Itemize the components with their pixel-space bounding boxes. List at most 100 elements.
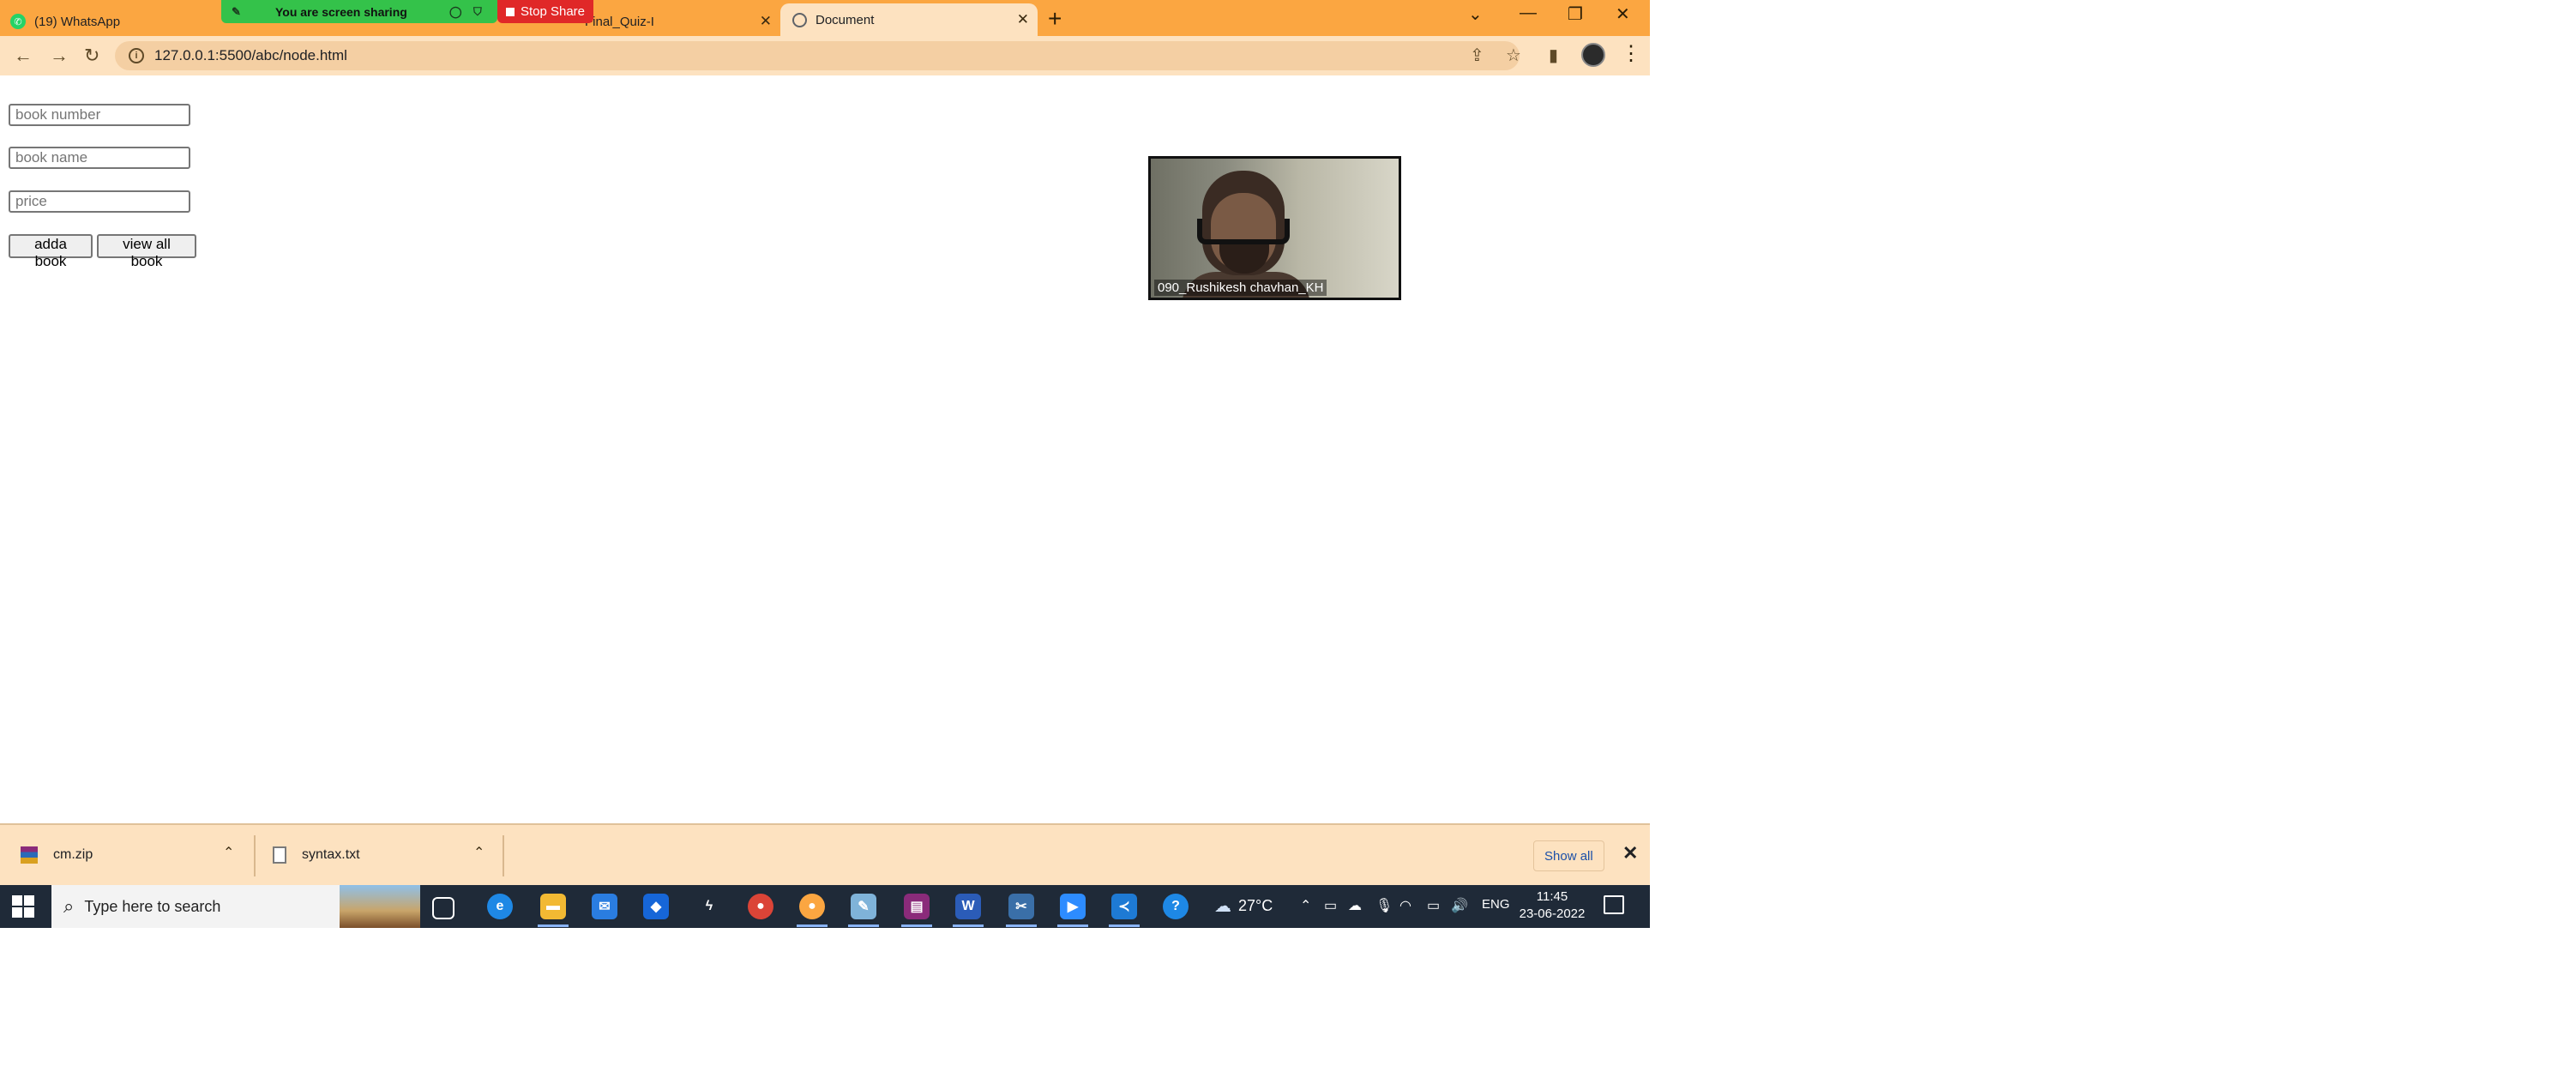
zoom-icon[interactable]: ▶ [1060,894,1086,919]
stop-share-button[interactable]: Stop Share [497,0,593,23]
tab-document[interactable]: Document ✕ [780,3,1038,36]
close-window-icon[interactable]: ✕ [1616,3,1630,25]
active-indicator [1006,924,1037,927]
participant-name: 090_Rushikesh chavhan_KH [1154,280,1327,296]
word-icon[interactable]: W [955,894,981,919]
minimize-icon[interactable]: — [1520,3,1537,23]
headset-icon [1197,219,1290,244]
clock-time: 11:45 [1536,889,1568,904]
clock-date: 23-06-2022 [1519,906,1586,921]
address-bar[interactable]: i 127.0.0.1:5500/abc/node.html [115,41,1520,70]
tab-label: Final_Quiz-I [585,14,654,29]
battery-icon[interactable]: ▭ [1427,897,1440,914]
notepad-icon[interactable]: ✎ [851,894,876,919]
close-icon[interactable]: ✕ [760,13,772,30]
active-indicator [538,924,569,927]
globe-icon [792,12,807,27]
help-icon[interactable]: ? [1163,894,1189,919]
view-all-books-button[interactable]: view all book [97,234,196,269]
tab-label: (19) WhatsApp [34,14,121,29]
windows-start-icon[interactable] [12,895,34,918]
chevron-up-icon[interactable]: ⌃ [1300,897,1311,914]
share-icon[interactable]: ⇪ [1470,45,1484,66]
cloud-icon: ☁ [1214,897,1231,916]
dropbox-icon[interactable]: ◆ [643,894,669,919]
bookmark-star-icon[interactable]: ☆ [1506,45,1521,66]
active-indicator [797,924,828,927]
tab-label: Document [816,12,875,27]
taskbar-search[interactable]: ⌕ Type here to search [51,885,420,928]
divider [503,835,504,876]
vscode-icon[interactable]: ≺ [1111,894,1137,919]
stop-icon [505,7,515,16]
task-view-icon[interactable] [432,897,454,919]
download-item[interactable]: syntax.txt [273,825,504,885]
screen-sharing-text: You are screen sharing [275,4,407,19]
more-menu-icon[interactable]: ⋮ [1621,41,1641,66]
active-indicator [953,924,984,927]
book-name-input[interactable] [9,147,190,169]
active-indicator [901,924,932,927]
screen: ✆ (19) WhatsApp Final_Quiz-I ✕ Document … [0,0,1650,928]
back-icon[interactable]: ← [14,45,33,67]
mail-icon[interactable]: ✉ [592,894,617,919]
active-indicator [848,924,879,927]
zip-icon [21,846,38,864]
pause-icon[interactable]: ◯ [449,5,462,19]
file-explorer-icon[interactable]: ▬ [540,894,566,919]
divider [254,835,256,876]
download-filename: cm.zip [53,847,93,862]
search-icon: ⌕ [63,895,75,917]
edge-icon[interactable]: e [487,894,513,919]
chevron-up-icon[interactable]: ⌃ [473,844,485,861]
video-thumbnail[interactable]: 090_Rushikesh chavhan_KH [1148,156,1401,300]
wifi-icon[interactable]: ◠ [1399,897,1411,914]
winrar-icon[interactable]: ▤ [904,894,930,919]
reload-icon[interactable]: ↻ [84,45,99,67]
restore-icon[interactable]: ❐ [1568,3,1583,25]
show-all-button[interactable]: Show all [1533,840,1604,871]
onedrive-icon[interactable]: ☁ [1348,897,1362,914]
add-book-button[interactable]: adda book [9,234,93,269]
text-file-icon [273,846,286,864]
download-filename: syntax.txt [302,847,360,862]
active-indicator [1057,924,1088,927]
site-info-icon[interactable]: i [129,48,144,63]
notification-center-icon[interactable] [1604,895,1624,914]
new-tab-plus-icon[interactable]: + [1048,5,1062,33]
snipping-tool-icon[interactable]: ✂ [1008,894,1034,919]
chevron-down-icon[interactable]: ⌄ [1468,3,1483,25]
download-item[interactable]: cm.zip [21,825,252,885]
chrome-icon[interactable]: ● [748,894,773,919]
temperature: 27°C [1238,897,1273,914]
stop-share-label: Stop Share [520,4,586,19]
forward-icon[interactable]: → [50,45,69,67]
close-icon[interactable]: ✕ [1622,842,1638,864]
volume-icon[interactable]: 🔊 [1451,897,1468,914]
search-placeholder: Type here to search [84,897,221,915]
page-content: adda book view all book 090_Rushikesh ch… [0,75,1650,823]
price-input[interactable] [9,190,190,213]
active-indicator [1109,924,1140,927]
chevron-up-icon[interactable]: ⌃ [223,844,234,861]
profile-avatar[interactable] [1581,43,1605,67]
chrome-canary-icon[interactable]: ● [799,894,825,919]
search-highlight-image [340,885,420,928]
windows-taskbar: ⌕ Type here to search e ▬ ✉ ◆ ϟ ● ● ✎ ▤ … [0,885,1650,928]
system-clock[interactable]: 11:45 23-06-2022 [1516,888,1588,923]
side-panel-icon[interactable]: ▮ [1549,45,1558,66]
shield-icon[interactable]: ⛉ [473,5,482,19]
screen-sharing-banner: ✎ You are screen sharing ◯ ⛉ [221,0,497,23]
download-bar: cm.zip ⌃ syntax.txt ⌃ Show all ✕ [0,823,1650,885]
pin-icon[interactable]: ✎ [232,5,241,19]
browser-toolbar: ← → ↻ i 127.0.0.1:5500/abc/node.html ⇪ ☆… [0,36,1650,75]
meet-now-icon[interactable]: ▭ [1324,897,1337,914]
microphone-icon[interactable]: 🎙 [1375,897,1393,914]
language-indicator[interactable]: ENG [1482,897,1510,912]
lightning-app-icon[interactable]: ϟ [696,894,722,919]
book-number-input[interactable] [9,104,190,126]
browser-tab-bar: ✆ (19) WhatsApp Final_Quiz-I ✕ Document … [0,0,1650,36]
close-icon[interactable]: ✕ [1017,11,1029,28]
whatsapp-icon: ✆ [10,14,26,29]
weather-widget[interactable]: ☁ 27°C [1214,895,1273,917]
